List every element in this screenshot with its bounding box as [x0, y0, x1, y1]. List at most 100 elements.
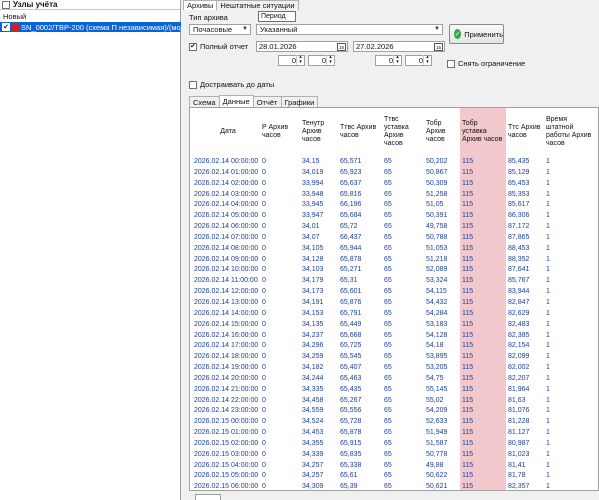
column-header[interactable]: Время штатной работы Архив часов [546, 108, 596, 156]
to-minute-spinner[interactable]: 0 [405, 55, 432, 66]
table-row[interactable]: 2026.02.14 22:00:00 0 34,458 65,267 65 55,02 1… [190, 396, 598, 407]
table-cell: 65,545 [340, 353, 362, 361]
table-row[interactable]: 2026.02.14 00:00:00 0 34,15 65,571 65 50,202 1… [190, 157, 598, 168]
table-cell: 2026.02.15 02:00:00 [194, 439, 259, 447]
table-row[interactable]: 2026.02.14 20:00:00 0 34,244 65,463 65 54,75 1… [190, 374, 598, 385]
table-cell: 115 [462, 374, 474, 382]
table-row[interactable]: 2026.02.14 08:00:00 0 34,105 65,944 65 51,053… [190, 244, 598, 255]
table-cell: 115 [462, 364, 474, 372]
bottom-button-stub[interactable] [195, 494, 221, 500]
table-cell: 1 [546, 450, 550, 458]
table-cell: 1 [546, 320, 550, 328]
table-row[interactable]: 2026.02.14 03:00:00 0 33,948 65,816 65 51,258… [190, 190, 598, 201]
table-cell: 2026.02.14 06:00:00 [194, 223, 259, 231]
table-row[interactable]: 2026.02.15 00:00:00 0 34,524 65,728 65 52,633… [190, 417, 598, 428]
table-row[interactable]: 2026.02.14 01:00:00 0 34,019 65,923 65 50,867… [190, 168, 598, 179]
tab-report[interactable]: Отчёт [252, 96, 282, 107]
column-header[interactable]: Ттс Архив часов [508, 108, 544, 156]
table-cell: 65,271 [340, 266, 362, 274]
table-cell: 1 [546, 385, 550, 393]
table-cell: 115 [462, 233, 474, 241]
node-item-selected[interactable]: ✔ SN_0002/ТВР-200 (схема П независимая)/… [0, 22, 181, 32]
table-row[interactable]: 2026.02.14 19:00:00 0 34,182 65,407 65 53,205… [190, 363, 598, 374]
full-report-checkbox[interactable]: ✔ [189, 42, 197, 51]
tab-data[interactable]: Данные [218, 95, 254, 107]
table-row[interactable]: 2026.02.14 18:00:00 0 34,259 65,545 65 53,895… [190, 352, 598, 363]
from-hour-spinner[interactable]: 0 [278, 55, 305, 66]
column-header[interactable]: Дата [194, 108, 262, 156]
table-cell: 34,524 [302, 418, 324, 426]
append-to-date-checkbox-row[interactable]: Достраивать до даты [189, 80, 274, 89]
archive-data-grid[interactable]: Дата P Архив часов Тенутр Архив часов Ттвс … [189, 107, 599, 491]
group-label-new[interactable]: Новый [3, 12, 26, 21]
table-cell: 81,127 [508, 429, 530, 437]
table-row[interactable]: 2026.02.14 15:00:00 0 34,135 65,449 65 53,183… [190, 320, 598, 331]
table-cell: 81,228 [508, 418, 530, 426]
table-row[interactable]: 2026.02.15 01:00:00 0 34,453 65,878 65 51,949… [190, 428, 598, 439]
table-cell: 65 [384, 266, 392, 274]
column-header[interactable]: Ттвс уставка Архив часов [384, 108, 424, 156]
table-row[interactable]: 2026.02.14 02:00:00 0 33,994 65,637 65 50,309… [190, 179, 598, 190]
table-cell: 53,324 [426, 277, 448, 285]
table-row[interactable]: 2026.02.15 03:00:00 0 34,339 65,835 65 50,778… [190, 450, 598, 461]
table-row[interactable]: 2026.02.14 04:00:00 0 33,945 66,196 65 51,05 1… [190, 200, 598, 211]
table-cell: 0 [262, 461, 266, 469]
column-header[interactable]: Ттвс Архив часов [340, 108, 382, 156]
table-row[interactable]: 2026.02.14 07:00:00 0 34,07 66,437 65 50,788 1… [190, 233, 598, 244]
table-row[interactable]: 2026.02.14 16:00:00 0 34,237 65,668 65 54,128… [190, 331, 598, 342]
tab-charts[interactable]: Графики [280, 96, 319, 107]
table-row[interactable]: 2026.02.14 13:00:00 0 34,191 65,876 65 54,432… [190, 298, 598, 309]
tab-scheme[interactable]: Схема [189, 96, 220, 107]
table-cell: 33,994 [302, 179, 324, 187]
table-row[interactable]: 2026.02.14 06:00:00 0 34,01 65,72 65 49,758 11… [190, 222, 598, 233]
column-header[interactable]: P Архив часов [262, 108, 300, 156]
remove-limit-checkbox[interactable] [447, 59, 455, 68]
table-row[interactable]: 2026.02.15 05:00:00 0 34,257 65,61 65 50,622 1… [190, 471, 598, 482]
table-cell: 82,002 [508, 364, 530, 372]
table-cell: 51,949 [426, 429, 448, 437]
table-row[interactable]: 2026.02.14 09:00:00 0 34,128 65,878 65 51,218… [190, 255, 598, 266]
table-row[interactable]: 2026.02.14 05:00:00 0 33,947 65,684 65 50,391… [190, 211, 598, 222]
table-row[interactable]: 2026.02.14 23:00:00 0 34,559 65,556 65 54,209… [190, 406, 598, 417]
table-cell: 65,556 [340, 407, 362, 415]
nodes-all-checkbox[interactable] [2, 0, 10, 9]
table-row[interactable]: 2026.02.14 21:00:00 0 34,335 65,435 65 55,145… [190, 385, 598, 396]
date-to-field[interactable]: 27.02.2026 15 [353, 41, 445, 52]
table-row[interactable]: 2026.02.14 11:00:00 0 34,179 65,31 65 53,324 1… [190, 276, 598, 287]
table-row[interactable]: 2026.02.14 12:00:00 0 34,173 65,601 65 54,115… [190, 287, 598, 298]
table-row[interactable]: 2026.02.14 14:00:00 0 34,153 65,791 65 54,284… [190, 309, 598, 320]
table-cell: 82,099 [508, 353, 530, 361]
append-to-date-checkbox[interactable] [189, 80, 197, 89]
tab-archives[interactable]: Архивы [183, 0, 218, 10]
full-report-checkbox-row[interactable]: ✔ Полный отчет [189, 42, 248, 51]
date-from-field[interactable]: 28.01.2026 15 [256, 41, 348, 52]
table-cell: 0 [262, 266, 266, 274]
table-row[interactable]: 2026.02.15 02:00:00 0 34,355 65,915 65 51,587… [190, 439, 598, 450]
table-row[interactable]: 2026.02.14 10:00:00 0 34,103 65,271 65 52,089… [190, 265, 598, 276]
table-row[interactable]: 2026.02.14 17:00:00 0 34,296 65,725 65 54,18 1… [190, 341, 598, 352]
archive-type-select[interactable]: Почасовые ▼ [189, 24, 251, 35]
column-header[interactable]: Тенутр Архив часов [302, 108, 340, 156]
apply-button[interactable]: ✓ Применить [449, 24, 504, 44]
table-cell: 115 [462, 461, 474, 469]
table-row[interactable]: 2026.02.15 04:00:00 0 34,257 65,338 65 49,88 1… [190, 461, 598, 472]
to-hour-spinner[interactable]: 0 [375, 55, 402, 66]
table-cell: 1 [546, 288, 550, 296]
table-cell: 65,835 [340, 450, 362, 458]
table-cell: 34,244 [302, 374, 324, 382]
tab-abnormal-situations[interactable]: Нештатные ситуации [216, 0, 299, 10]
period-button[interactable]: Период [258, 11, 296, 22]
from-minute-spinner[interactable]: 0 [308, 55, 335, 66]
table-cell: 65,463 [340, 374, 362, 382]
remove-limit-checkbox-row[interactable]: Снять ограничение [447, 59, 525, 68]
column-header[interactable]: Тобр уставка Архив часов [462, 108, 504, 156]
table-row[interactable]: 2026.02.15 06:00:00 0 34,309 65,39 65 50,621 1… [190, 482, 598, 490]
table-cell: 1 [546, 223, 550, 231]
node-checkbox[interactable]: ✔ [2, 23, 10, 31]
main-tabs: Архивы Нештатные ситуации [183, 0, 599, 10]
calendar-icon[interactable]: 15 [337, 43, 346, 51]
archive-mode-select[interactable]: Указанный ▼ [256, 24, 443, 35]
table-cell: 2026.02.14 00:00:00 [194, 158, 259, 165]
calendar-icon[interactable]: 15 [434, 43, 443, 51]
column-header[interactable]: Тобр Архив часов [426, 108, 462, 156]
